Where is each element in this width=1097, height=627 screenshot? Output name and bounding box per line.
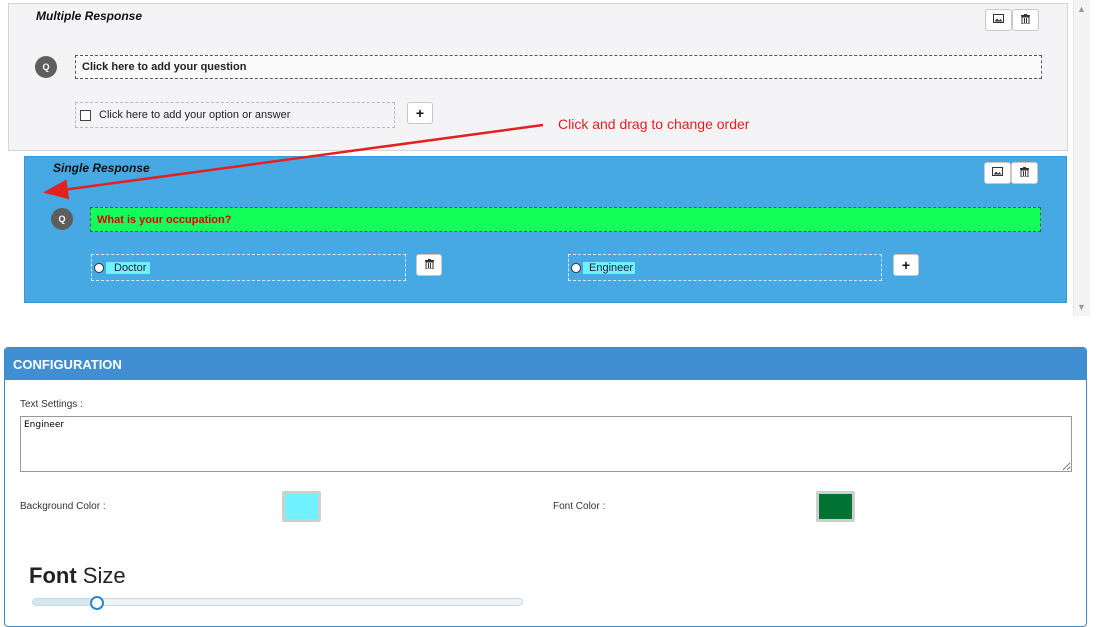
- card-title: Single Response: [53, 161, 150, 175]
- delete-option-button[interactable]: [416, 254, 442, 276]
- card-title: Multiple Response: [36, 9, 143, 23]
- font-size-heading-bold: Font: [29, 563, 77, 588]
- panel-header: CONFIGURATION: [5, 348, 1086, 380]
- font-color-swatch[interactable]: [816, 491, 855, 522]
- radio-icon[interactable]: [571, 262, 581, 273]
- delete-card-button[interactable]: [1012, 9, 1039, 31]
- question-input[interactable]: Click here to add your question: [75, 55, 1042, 79]
- single-response-card[interactable]: Single Response Q What is your occupatio…: [24, 156, 1067, 303]
- drag-hint-text: Click and drag to change order: [558, 116, 750, 132]
- background-color-label: Background Color :: [20, 501, 106, 512]
- option-label: Engineer: [583, 261, 636, 274]
- delete-card-button[interactable]: [1011, 162, 1038, 184]
- trash-icon: [424, 258, 434, 272]
- font-color-label: Font Color :: [553, 501, 606, 512]
- font-size-slider-track[interactable]: [32, 596, 523, 610]
- insert-image-button[interactable]: [984, 162, 1011, 184]
- text-settings-textarea[interactable]: Engineer: [20, 416, 1072, 472]
- option-placeholder: Click here to add your option or answer: [99, 109, 291, 121]
- radio-icon[interactable]: [94, 262, 104, 273]
- text-settings-label: Text Settings :: [20, 399, 83, 410]
- multiple-response-card[interactable]: Multiple Response Q Click here to add yo…: [8, 3, 1068, 151]
- add-option-button[interactable]: +: [407, 102, 433, 124]
- chevron-up-icon[interactable]: ▲: [1073, 2, 1090, 16]
- question-input[interactable]: What is your occupation?: [90, 207, 1041, 232]
- trash-icon: [1020, 166, 1029, 180]
- image-icon: [993, 14, 1004, 26]
- font-size-heading-rest: Size: [76, 563, 126, 588]
- option-label: Doctor: [106, 261, 151, 274]
- chevron-down-icon[interactable]: ▼: [1073, 300, 1090, 314]
- question-badge: Q: [35, 56, 57, 78]
- option-input[interactable]: Click here to add your option or answer: [75, 102, 395, 128]
- image-icon: [992, 167, 1003, 179]
- option-engineer[interactable]: Engineer: [568, 254, 882, 281]
- font-size-slider-fill: [33, 599, 97, 605]
- checkbox-icon[interactable]: [80, 109, 91, 121]
- insert-image-button[interactable]: [985, 9, 1012, 31]
- font-size-slider-handle[interactable]: [90, 596, 104, 610]
- font-size-heading: Font Size: [29, 563, 126, 589]
- vertical-scrollbar[interactable]: [1073, 0, 1090, 316]
- option-doctor[interactable]: Doctor: [91, 254, 406, 281]
- trash-icon: [1021, 13, 1030, 27]
- background-color-swatch[interactable]: [282, 491, 321, 522]
- question-badge: Q: [51, 208, 73, 230]
- configuration-panel: CONFIGURATION Text Settings : Engineer B…: [4, 347, 1087, 627]
- add-option-button[interactable]: +: [893, 254, 919, 276]
